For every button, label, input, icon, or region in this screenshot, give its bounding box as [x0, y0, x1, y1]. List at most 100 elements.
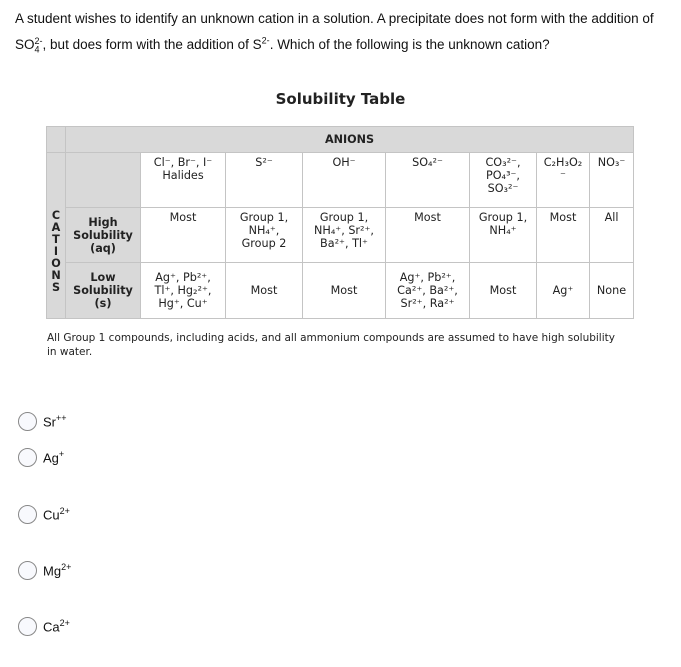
radio-button[interactable] — [18, 412, 37, 431]
table-cell: Ag⁺, Pb²⁺, Tl⁺, Hg₂²⁺, Hg⁺, Cu⁺ — [140, 262, 226, 319]
cell-line: Group 1, — [319, 211, 369, 224]
cations-letter: I — [53, 244, 59, 258]
anion-line: NO₃⁻ — [597, 156, 626, 169]
anion-carbonate-phosphate-sulfite: CO₃²⁻, PO₄³⁻, SO₃²⁻ — [469, 152, 537, 208]
cell-line: Ag⁺ — [552, 284, 574, 297]
cations-letter: C — [51, 208, 61, 222]
anion-line: Halides — [162, 169, 204, 182]
label-line: Solubility — [73, 228, 133, 242]
anion-line: S²⁻ — [255, 156, 273, 169]
anion-line: OH⁻ — [332, 156, 356, 169]
cell-line: NH₄⁺ — [489, 224, 517, 237]
option-label: Mg2+ — [43, 562, 71, 578]
cell-line: Ba²⁺, Tl⁺ — [320, 237, 368, 250]
table-cell: All — [589, 207, 634, 263]
option-label: Ag+ — [43, 449, 64, 465]
anion-halides: Cl⁻, Br⁻, I⁻ Halides — [140, 152, 226, 208]
option-symbol: Ca — [43, 619, 60, 635]
anion-line: ⁻ — [560, 169, 566, 182]
anion-line: PO₄³⁻, — [486, 169, 520, 182]
cell-line: Tl⁺, Hg₂²⁺, — [154, 284, 212, 297]
cell-line: Hg⁺, Cu⁺ — [158, 297, 208, 310]
cations-header: CATIONS — [46, 152, 66, 319]
table-cell: Group 1, NH₄⁺, Sr²⁺, Ba²⁺, Tl⁺ — [302, 207, 386, 263]
option-symbol: Cu — [43, 507, 60, 523]
cations-letter: S — [51, 280, 61, 294]
cations-letter: O — [51, 256, 61, 270]
cell-line: Group 1, — [478, 211, 528, 224]
question-end-text: . Which of the following is the unknown … — [269, 37, 550, 52]
table-footnote: All Group 1 compounds, including acids, … — [47, 332, 615, 358]
radio-button[interactable] — [18, 617, 37, 636]
table-cell: Most — [469, 262, 537, 319]
table-cell: Most — [140, 207, 226, 263]
option-symbol: Sr — [43, 414, 56, 430]
answer-option-ca[interactable]: Ca2+ — [18, 617, 70, 636]
option-symbol: Mg — [43, 563, 62, 579]
question-middle-text: , but does form with the addition of S — [42, 37, 262, 52]
anion-sulfide: S²⁻ — [225, 152, 303, 208]
table-cell: Most — [225, 262, 303, 319]
answer-option-mg[interactable]: Mg2+ — [18, 561, 71, 580]
cell-line: Most — [414, 211, 441, 224]
row-label-high: High Solubility (aq) — [65, 207, 141, 263]
table-cell: Most — [302, 262, 386, 319]
cell-line: Most — [250, 284, 278, 297]
option-charge: 2+ — [59, 618, 70, 629]
answer-option-sr[interactable]: Sr++ — [18, 412, 67, 431]
table-cell: Ag⁺ — [536, 262, 590, 319]
anion-hydroxide: OH⁻ — [302, 152, 386, 208]
radio-button[interactable] — [18, 561, 37, 580]
anions-header: ANIONS — [65, 126, 634, 153]
cell-line: Group 2 — [241, 237, 287, 250]
question-text: A student wishes to identify an unknown … — [15, 6, 675, 58]
cell-line: All — [604, 211, 619, 224]
table-row-low-solubility: Low Solubility (s) Ag⁺, Pb²⁺, Tl⁺, Hg₂²⁺, Hg… — [47, 262, 634, 319]
anion-line: CO₃²⁻, — [485, 156, 521, 169]
cell-line: Ag⁺, Pb²⁺, — [155, 271, 211, 284]
sulfate-charge: 2- — [34, 35, 43, 46]
anion-nitrate: NO₃⁻ — [589, 152, 634, 208]
table-cell: Group 1, NH₄⁺ — [469, 207, 537, 263]
blank-label-cell — [65, 152, 141, 208]
table-cell: Group 1, NH₄⁺, Group 2 — [225, 207, 303, 263]
label-line: (aq) — [90, 241, 116, 255]
anion-line: C₂H₃O₂ — [543, 156, 583, 169]
cell-line: Sr²⁺, Ra²⁺ — [400, 297, 455, 310]
question-line-1: A student wishes to identify an unknown … — [15, 11, 654, 26]
answer-option-cu[interactable]: Cu2+ — [18, 505, 70, 524]
cell-line: Ca²⁺, Ba²⁺, — [397, 284, 458, 297]
label-line: High — [88, 215, 118, 229]
anion-acetate: C₂H₃O₂ ⁻ — [536, 152, 590, 208]
option-label: Ca2+ — [43, 618, 70, 634]
cell-line: NH₄⁺, Sr²⁺, — [314, 224, 374, 237]
sulfide-charge: 2- — [261, 35, 270, 46]
option-charge: 2+ — [59, 506, 70, 517]
option-label: Sr++ — [43, 413, 67, 429]
corner-cell — [46, 126, 66, 153]
row-label-low: Low Solubility (s) — [65, 262, 141, 319]
sulfate-subscript: 4 — [34, 44, 40, 55]
radio-button[interactable] — [18, 448, 37, 467]
anion-line: SO₄²⁻ — [412, 156, 443, 169]
option-charge: ++ — [56, 413, 67, 424]
option-charge: 2+ — [61, 562, 72, 573]
sulfate-formula: SO — [15, 37, 35, 52]
table-row-high-solubility: High Solubility (aq) Most Group 1, NH₄⁺, Gro… — [47, 207, 634, 263]
anion-line: Cl⁻, Br⁻, I⁻ — [153, 156, 213, 169]
option-charge: + — [58, 449, 65, 460]
anion-sulfate: SO₄²⁻ — [385, 152, 470, 208]
table-cell: None — [589, 262, 634, 319]
label-line: (s) — [94, 297, 112, 310]
radio-button[interactable] — [18, 505, 37, 524]
option-label: Cu2+ — [43, 506, 70, 522]
answer-option-ag[interactable]: Ag+ — [18, 448, 64, 467]
anion-line: SO₃²⁻ — [487, 182, 519, 195]
option-symbol: Ag — [43, 450, 59, 466]
label-line: Solubility — [73, 284, 133, 297]
solubility-table-title: Solubility Table — [275, 90, 406, 108]
cell-line: Most — [549, 211, 577, 224]
table-cell: Ag⁺, Pb²⁺, Ca²⁺, Ba²⁺, Sr²⁺, Ra²⁺ — [385, 262, 470, 319]
cell-line: NH₄⁺, — [248, 224, 280, 237]
cations-letter: N — [51, 268, 61, 282]
